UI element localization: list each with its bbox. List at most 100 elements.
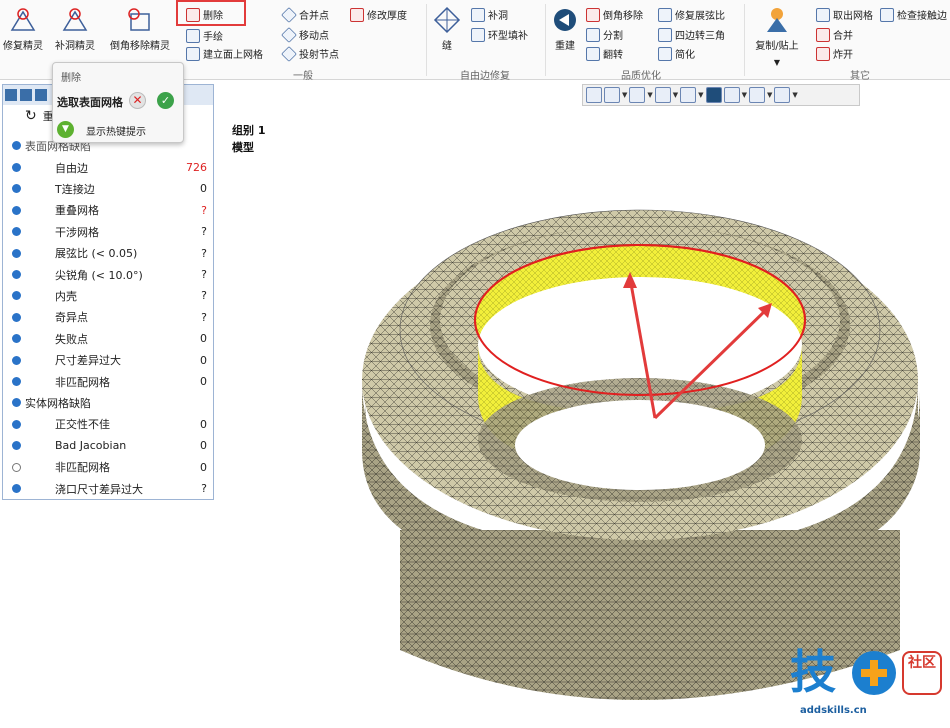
shading-icon[interactable] — [705, 87, 722, 103]
repair-aspect-ratio-button[interactable]: 修复展弦比 — [658, 7, 725, 22]
extract-mesh-button[interactable]: 取出网格 — [816, 7, 873, 22]
fillet-removal-button[interactable]: 倒角移除 — [586, 7, 643, 22]
defect-row[interactable]: 正交性不佳 0 — [3, 414, 213, 435]
chevron-down-icon[interactable]: ▼ — [622, 91, 627, 99]
patch-hole-button[interactable]: 补洞 — [471, 7, 508, 22]
zoom-icon[interactable] — [629, 87, 646, 103]
radio-toggle[interactable] — [12, 462, 21, 472]
group-label-other: 其它 — [850, 71, 870, 82]
repair-wizard-icon — [8, 6, 38, 34]
defect-count: 0 — [200, 332, 207, 346]
merge-button[interactable]: 合并 — [816, 27, 853, 42]
radio-toggle[interactable] — [12, 141, 21, 150]
tab-grid-icon[interactable] — [35, 89, 47, 101]
stitch-button[interactable]: 缝 — [432, 6, 462, 52]
defect-row[interactable]: 自由边 726 — [3, 157, 213, 178]
chevron-down-icon[interactable]: ▼ — [742, 91, 747, 99]
rebuild-button[interactable]: 重建 — [550, 6, 580, 52]
defect-label: 尺寸差异过大 — [55, 354, 121, 368]
quad-to-tri-button[interactable]: 四边转三角 — [658, 27, 725, 42]
freehand-button[interactable]: 手绘 — [186, 28, 223, 43]
defect-row[interactable]: 浇口尺寸差异过大? — [3, 478, 213, 499]
tab-tree-icon[interactable] — [5, 89, 17, 101]
radio-toggle[interactable] — [12, 184, 21, 194]
radio-toggle[interactable] — [12, 398, 21, 408]
defect-count: 0 — [200, 439, 207, 453]
hole-fill-wizard-button[interactable]: 补洞精灵 — [50, 6, 100, 52]
visibility-eye-icon[interactable] — [748, 87, 765, 103]
copy-paste-button[interactable]: 复制/贴上 ▼ — [750, 6, 804, 67]
hotkey-hint-icon[interactable]: ▼ — [57, 121, 74, 138]
tab-list-icon[interactable] — [20, 89, 32, 101]
defect-row[interactable]: 展弦比 (< 0.05)? — [3, 243, 213, 264]
defect-row[interactable]: 内壳? — [3, 285, 213, 306]
chevron-down-icon[interactable]: ▼ — [698, 91, 703, 99]
defect-row[interactable]: 失败点 0 — [3, 328, 213, 349]
select-surface-mesh-label: 选取表面网格 — [57, 96, 123, 109]
radio-toggle[interactable] — [12, 377, 21, 386]
check-contact-edge-button[interactable]: 检查接触边 — [880, 7, 947, 22]
radio-toggle[interactable] — [12, 419, 21, 429]
radio-toggle[interactable] — [12, 205, 21, 215]
solid-defect-group[interactable]: 实体网格缺陷 — [3, 392, 213, 413]
chevron-down-icon[interactable]: ▼ — [792, 91, 797, 99]
defect-count: ? — [201, 203, 207, 217]
modify-thickness-button[interactable]: 修改厚度 — [350, 7, 407, 22]
split-button[interactable]: 分割 — [586, 27, 623, 42]
copy-paste-dropdown-icon[interactable]: ▼ — [750, 58, 804, 67]
defect-row[interactable]: Bad Jacobian 0 — [3, 435, 213, 456]
simplify-button[interactable]: 简化 — [658, 46, 695, 61]
cancel-icon[interactable]: ✕ — [129, 92, 146, 109]
fillet-removal-wizard-button[interactable]: 倒角移除精灵 — [104, 6, 176, 52]
ribbon-separator — [545, 4, 546, 76]
flip-button[interactable]: 翻转 — [586, 46, 623, 61]
rebuild-icon — [550, 6, 580, 34]
rotate-view-icon[interactable] — [604, 87, 620, 103]
fit-view-icon[interactable] — [586, 87, 602, 103]
defect-row[interactable]: T连接边 0 — [3, 178, 213, 199]
confirm-icon[interactable]: ✓ — [157, 92, 174, 109]
ring-fill-button[interactable]: 环型填补 — [471, 27, 528, 42]
merge-nodes-button[interactable]: 合并点 — [281, 6, 329, 23]
defect-label: 非匹配网格 — [55, 375, 110, 389]
radio-toggle[interactable] — [12, 334, 21, 344]
mesh-display-icon[interactable] — [723, 87, 740, 103]
radio-toggle[interactable] — [12, 248, 21, 258]
radio-toggle[interactable] — [12, 355, 21, 365]
defect-label: 展弦比 (< 0.05) — [55, 247, 138, 261]
defect-row[interactable]: 重叠网格? — [3, 200, 213, 221]
radio-toggle[interactable] — [12, 312, 21, 322]
repair-wizard-button[interactable]: 修复精灵 — [0, 6, 46, 52]
view-frame-icon[interactable] — [654, 87, 671, 103]
cube-view-icon[interactable] — [680, 87, 697, 103]
mesh-model-viewport[interactable] — [340, 150, 950, 720]
defect-row[interactable]: 尺寸差异过大 0 — [3, 350, 213, 371]
chevron-down-icon[interactable]: ▼ — [673, 91, 678, 99]
chevron-down-icon[interactable]: ▼ — [767, 91, 772, 99]
radio-toggle[interactable] — [12, 270, 21, 279]
radio-toggle[interactable] — [12, 484, 21, 493]
delete-button[interactable]: 删除 — [186, 7, 223, 22]
radio-toggle[interactable] — [12, 291, 21, 301]
defect-row[interactable]: 非匹配网格 0 — [3, 371, 213, 392]
defect-row[interactable]: 尖锐角 (< 10.0°)? — [3, 264, 213, 285]
modify-thickness-icon — [350, 7, 364, 22]
explode-button[interactable]: 炸开 — [816, 46, 853, 61]
project-node-button[interactable]: 投射节点 — [281, 45, 339, 62]
move-node-button[interactable]: 移动点 — [281, 26, 329, 43]
defect-row[interactable]: 干涉网格? — [3, 221, 213, 242]
hotkey-hint-label[interactable]: 显示热键提示 — [86, 123, 146, 138]
defect-count: ? — [201, 289, 207, 303]
group-label-free-edge-repair: 自由边修复 — [460, 71, 510, 82]
defect-row[interactable]: 奇异点? — [3, 307, 213, 328]
radio-toggle[interactable] — [12, 163, 21, 172]
chevron-down-icon[interactable]: ▼ — [647, 91, 652, 99]
create-surface-mesh-button[interactable]: 建立面上网格 — [186, 46, 263, 61]
defect-label: 非匹配网格 — [55, 461, 110, 475]
patch-hole-icon — [471, 7, 485, 22]
display-box-icon[interactable] — [774, 87, 791, 103]
defect-count: ? — [201, 225, 207, 239]
defect-row[interactable]: 非匹配网格 0 — [3, 457, 213, 478]
radio-toggle[interactable] — [12, 227, 21, 237]
radio-toggle[interactable] — [12, 441, 21, 451]
